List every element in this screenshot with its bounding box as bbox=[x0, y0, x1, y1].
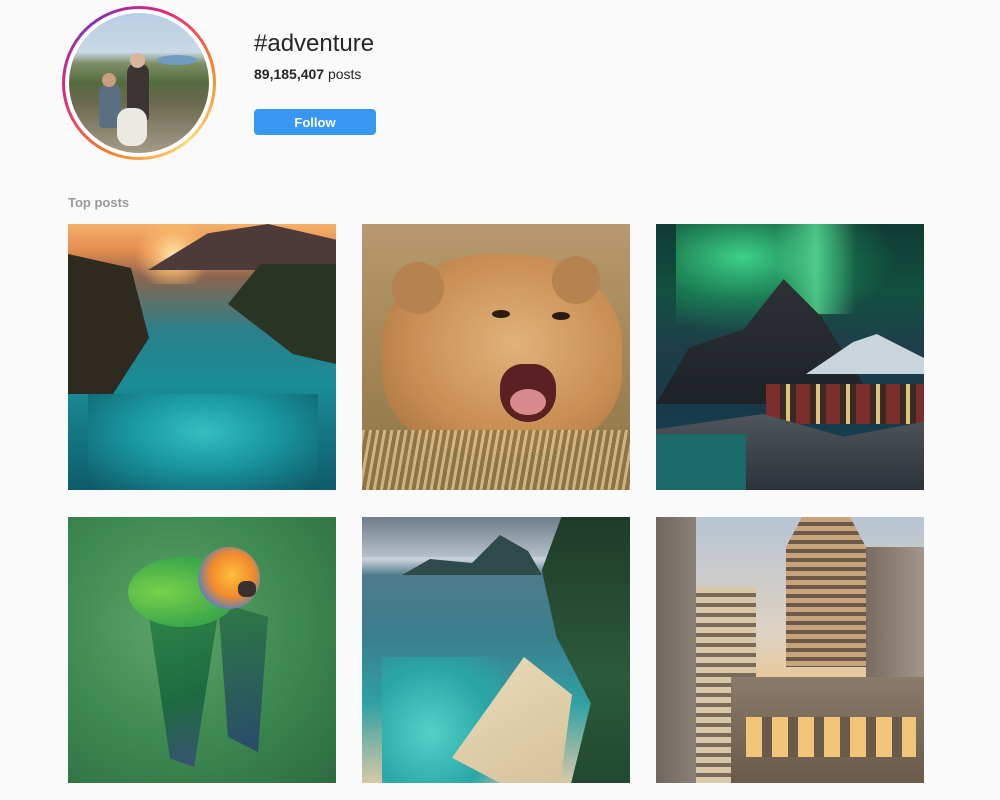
post-image bbox=[68, 517, 336, 783]
post-tile-aurora-mountain[interactable] bbox=[656, 224, 924, 490]
post-tile-city-buildings[interactable] bbox=[656, 517, 924, 783]
post-image bbox=[68, 224, 336, 490]
hashtag-title: #adventure bbox=[254, 30, 375, 57]
post-tile-lion-cub[interactable] bbox=[362, 224, 630, 490]
follow-button[interactable]: Follow bbox=[254, 109, 376, 135]
post-image bbox=[362, 224, 630, 490]
hashtag-avatar[interactable] bbox=[62, 6, 216, 160]
posts-count-value: 89,185,407 bbox=[254, 66, 325, 82]
post-tile-parrot[interactable] bbox=[68, 517, 336, 783]
posts-count: 89,185,407 posts bbox=[254, 66, 361, 82]
top-posts-label: Top posts bbox=[68, 195, 130, 210]
avatar-photo bbox=[69, 13, 209, 153]
post-tile-tropical-beach[interactable] bbox=[362, 517, 630, 783]
hashtag-header: #adventure 89,185,407 posts Follow bbox=[0, 0, 1000, 180]
post-image bbox=[362, 517, 630, 783]
posts-count-label: posts bbox=[327, 66, 362, 82]
post-image bbox=[656, 224, 924, 490]
post-image bbox=[656, 517, 924, 783]
post-tile-tropical-river[interactable] bbox=[68, 224, 336, 490]
